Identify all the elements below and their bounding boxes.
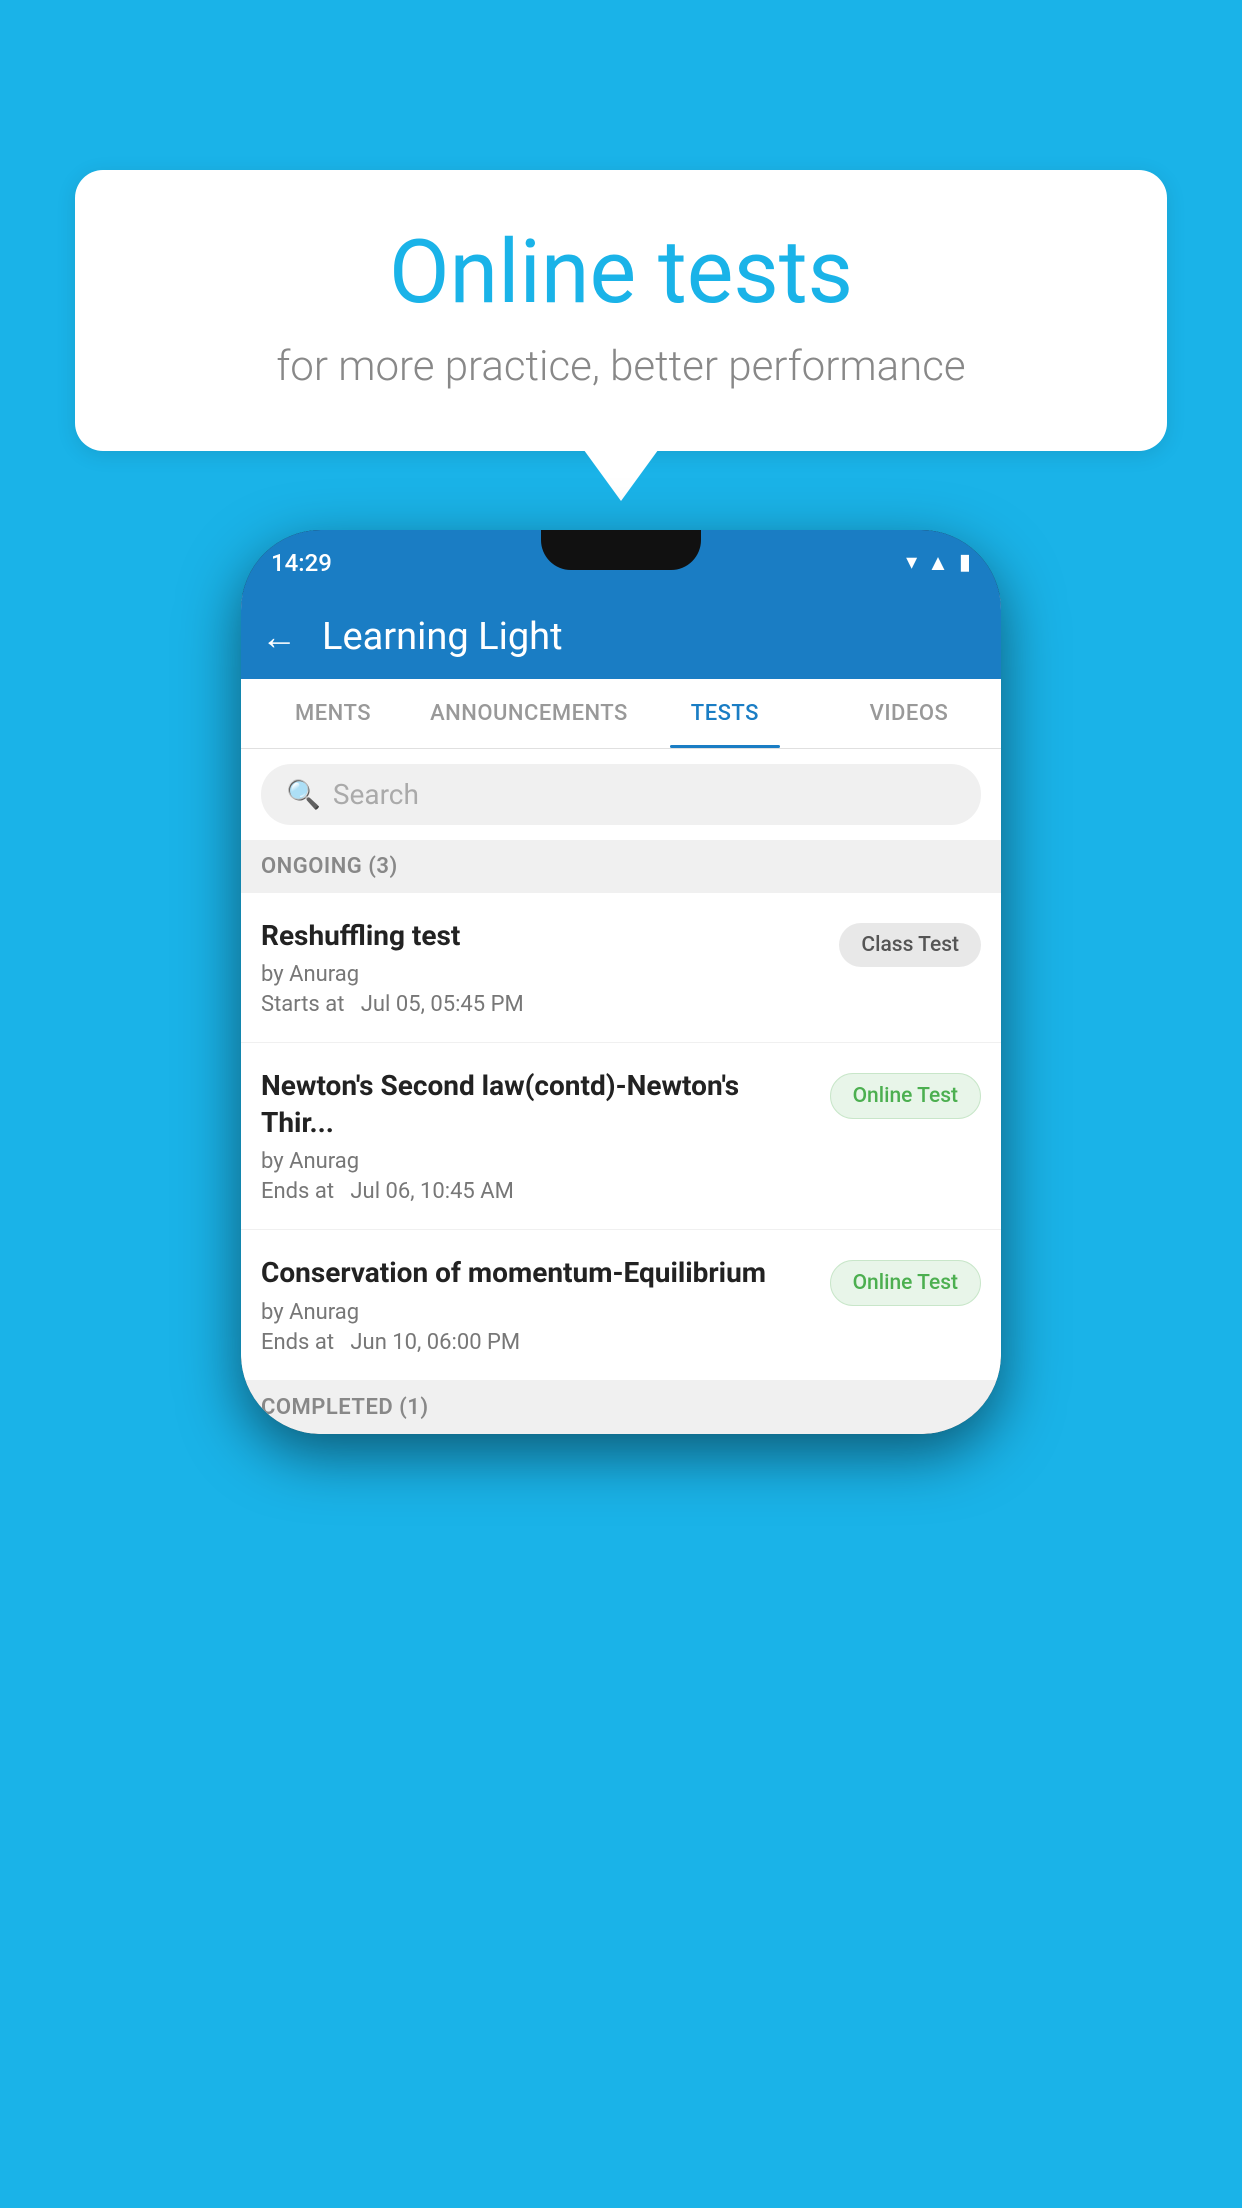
- phone-screen: ← Learning Light MENTS ANNOUNCEMENTS TES…: [241, 595, 1001, 1434]
- status-bar: 14:29 ▾ ▲ ▮: [241, 530, 1001, 595]
- promo-title: Online tests: [135, 225, 1107, 322]
- test-title-1: Reshuffling test: [261, 918, 824, 954]
- tab-announcements[interactable]: ANNOUNCEMENTS: [425, 679, 633, 748]
- test-badge-2: Online Test: [830, 1073, 981, 1119]
- tab-tests[interactable]: TESTS: [633, 679, 817, 748]
- test-badge-1: Class Test: [839, 923, 981, 967]
- test-author-1: by Anurag: [261, 962, 824, 987]
- tab-ments[interactable]: MENTS: [241, 679, 425, 748]
- test-info-1: Reshuffling test by Anurag Starts at Jul…: [261, 918, 839, 1017]
- promo-subtitle: for more practice, better performance: [135, 342, 1107, 391]
- search-container: 🔍 Search: [241, 749, 1001, 840]
- test-info-2: Newton's Second law(contd)-Newton's Thir…: [261, 1068, 830, 1204]
- phone-frame: 14:29 ▾ ▲ ▮ ← Learning Light MENTS ANNOU…: [241, 530, 1001, 1434]
- search-icon: 🔍: [286, 778, 321, 811]
- test-title-3: Conservation of momentum-Equilibrium: [261, 1255, 815, 1291]
- test-title-2: Newton's Second law(contd)-Newton's Thir…: [261, 1068, 815, 1141]
- test-item-3[interactable]: Conservation of momentum-Equilibrium by …: [241, 1230, 1001, 1380]
- wifi-icon: ▾: [906, 550, 917, 575]
- test-item-2[interactable]: Newton's Second law(contd)-Newton's Thir…: [241, 1043, 1001, 1230]
- app-title: Learning Light: [322, 615, 563, 659]
- test-item-1[interactable]: Reshuffling test by Anurag Starts at Jul…: [241, 893, 1001, 1043]
- tab-bar: MENTS ANNOUNCEMENTS TESTS VIDEOS: [241, 679, 1001, 749]
- test-author-3: by Anurag: [261, 1300, 815, 1325]
- test-time-3: Ends at Jun 10, 06:00 PM: [261, 1330, 815, 1355]
- promo-card: Online tests for more practice, better p…: [75, 170, 1167, 451]
- time-display: 14:29: [271, 549, 332, 577]
- tab-videos[interactable]: VIDEOS: [817, 679, 1001, 748]
- test-badge-3: Online Test: [830, 1260, 981, 1306]
- completed-section-header: COMPLETED (1): [241, 1381, 1001, 1434]
- ongoing-section-header: ONGOING (3): [241, 840, 1001, 893]
- phone-mockup: 14:29 ▾ ▲ ▮ ← Learning Light MENTS ANNOU…: [241, 530, 1001, 1434]
- test-time-2: Ends at Jul 06, 10:45 AM: [261, 1179, 815, 1204]
- battery-icon: ▮: [959, 550, 971, 575]
- search-input[interactable]: Search: [333, 778, 419, 811]
- test-author-2: by Anurag: [261, 1149, 815, 1174]
- test-info-3: Conservation of momentum-Equilibrium by …: [261, 1255, 830, 1354]
- signal-icon: ▲: [927, 550, 949, 576]
- test-time-1: Starts at Jul 05, 05:45 PM: [261, 992, 824, 1017]
- status-icons: ▾ ▲ ▮: [906, 550, 971, 576]
- back-button[interactable]: ←: [261, 616, 297, 658]
- search-bar[interactable]: 🔍 Search: [261, 764, 981, 825]
- app-header: ← Learning Light: [241, 595, 1001, 679]
